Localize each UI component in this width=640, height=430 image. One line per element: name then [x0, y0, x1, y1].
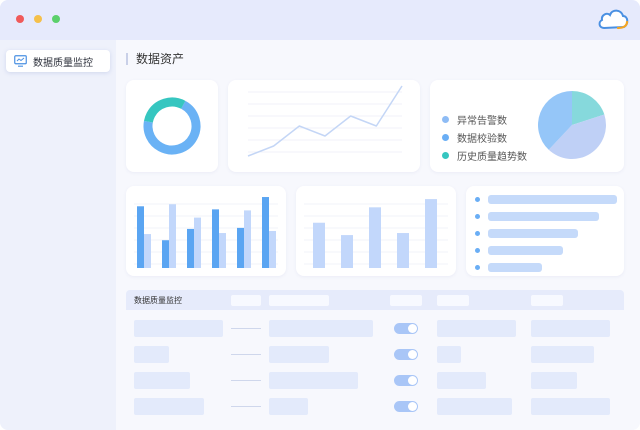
bar	[162, 240, 169, 268]
table-cell	[134, 398, 204, 415]
grouped-bar-chart-card	[126, 186, 286, 276]
list-bullet	[475, 248, 480, 253]
header-placeholder	[269, 295, 329, 306]
status-toggle[interactable]	[394, 349, 418, 360]
empty-value-dash	[231, 328, 261, 329]
list-bar	[488, 212, 599, 221]
list-item	[475, 263, 543, 272]
list-bar	[488, 195, 617, 204]
bar	[397, 233, 409, 268]
bar	[144, 234, 151, 268]
bar	[262, 197, 269, 268]
header-placeholder	[531, 295, 563, 306]
bar-chart	[304, 199, 448, 268]
monitor-icon	[14, 55, 27, 67]
header-placeholder	[231, 295, 261, 306]
list-bullet	[475, 214, 480, 219]
table-cell	[531, 398, 610, 415]
bar	[237, 227, 244, 268]
empty-value-dash	[231, 406, 261, 407]
ranking-list-card	[466, 186, 624, 276]
toggle-knob	[408, 324, 417, 333]
legend-pie-card: 异常告警数 数据校验数 历史质量趋势数	[430, 80, 624, 172]
bar	[244, 210, 251, 268]
status-toggle[interactable]	[394, 401, 418, 412]
table-header: 数据质量监控	[126, 290, 624, 310]
table-cell	[437, 372, 486, 389]
list-bullet	[475, 231, 480, 236]
toggle-knob	[408, 376, 417, 385]
maximize-window-button[interactable]	[52, 15, 60, 23]
bar	[219, 233, 226, 268]
bar	[137, 206, 144, 268]
line-chart	[247, 85, 403, 157]
main-content: 数据资产 异常告警数 数据校验数 历史质量趋势数 数据质量监控	[116, 40, 640, 430]
data-table: 数据质量监控	[126, 290, 624, 430]
table-cell	[269, 372, 358, 389]
bar	[187, 228, 194, 268]
bar	[341, 235, 353, 268]
header-placeholder	[390, 295, 422, 306]
list-bullet	[475, 265, 480, 270]
empty-value-dash	[231, 380, 261, 381]
sidebar: 数据质量监控	[0, 40, 116, 430]
line-chart-card	[228, 80, 420, 172]
bar	[194, 217, 201, 268]
table-cell	[134, 320, 223, 337]
donut-chart	[143, 97, 201, 155]
table-cell	[134, 372, 190, 389]
title-bar	[0, 0, 640, 40]
status-toggle[interactable]	[394, 323, 418, 334]
list-item	[475, 246, 563, 255]
line-series	[247, 85, 403, 157]
table-cell	[437, 320, 516, 337]
list-bullet	[475, 197, 480, 202]
table-cell	[269, 398, 308, 415]
bar	[169, 204, 176, 268]
table-cell	[269, 320, 373, 337]
table-cell	[437, 398, 512, 415]
header-placeholder	[437, 295, 469, 306]
bar	[369, 207, 381, 268]
status-toggle[interactable]	[394, 375, 418, 386]
empty-value-dash	[231, 354, 261, 355]
donut-chart-card	[126, 80, 218, 172]
list-bar	[488, 246, 563, 255]
table-cell	[437, 346, 461, 363]
toggle-knob	[408, 402, 417, 411]
bar	[212, 209, 219, 268]
pie-chart	[538, 91, 606, 160]
minimize-window-button[interactable]	[34, 15, 42, 23]
list-item	[475, 229, 579, 238]
sidebar-item-data-quality-monitor[interactable]: 数据质量监控	[6, 50, 110, 72]
bar	[425, 199, 437, 268]
toggle-knob	[408, 350, 417, 359]
table-title: 数据质量监控	[134, 296, 182, 305]
bar	[313, 222, 325, 268]
list-bar	[488, 229, 579, 238]
table-cell	[134, 346, 169, 363]
bar	[269, 230, 276, 268]
page-title: 数据资产	[126, 53, 184, 65]
table-cell	[531, 372, 577, 389]
table-cell	[269, 346, 329, 363]
list-item	[475, 195, 617, 204]
table-cell	[531, 346, 594, 363]
list-bar	[488, 263, 543, 272]
table-cell	[531, 320, 610, 337]
close-window-button[interactable]	[16, 15, 24, 23]
cloud-logo-icon	[598, 9, 629, 30]
list-item	[475, 212, 599, 221]
sidebar-item-label: 数据质量监控	[33, 57, 93, 69]
app-window: 数据质量监控 数据资产 异常告警数 数据校验数 历史质量趋势数 数据质量监控	[0, 0, 640, 430]
bar-chart-card	[296, 186, 456, 276]
grouped-bar-chart	[134, 197, 278, 268]
